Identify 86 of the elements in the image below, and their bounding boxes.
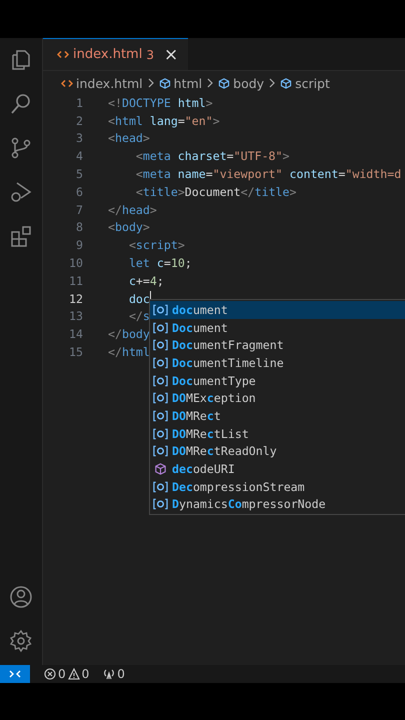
breadcrumb-item[interactable]: body [233, 76, 264, 90]
suggestion-item[interactable]: DocumentFragment [150, 336, 405, 354]
suggestion-item[interactable]: DynamicsCompressorNode [150, 496, 405, 514]
close-button[interactable]: × [164, 44, 178, 64]
code-line: <meta name="viewport" content="width=d [134, 167, 402, 182]
cube-icon [153, 463, 168, 476]
code-line: </s [128, 309, 150, 324]
variable-icon [153, 498, 168, 510]
variable-icon [153, 445, 168, 458]
ports-status[interactable]: 0 [103, 667, 125, 681]
run-debug-icon[interactable] [9, 180, 33, 204]
remote-button[interactable] [0, 665, 30, 683]
code-line: </body [108, 327, 150, 342]
suggestion-item[interactable]: DocumentTimeline [150, 354, 405, 372]
variable-icon [153, 304, 168, 316]
line-number: 11 [68, 274, 83, 288]
line-number: 14 [68, 327, 83, 342]
chevron-icon [148, 78, 154, 88]
code-line: <script> [128, 238, 185, 252]
suggestion-item[interactable]: DOMRectReadOnly [150, 442, 405, 460]
settings-icon[interactable] [9, 629, 33, 653]
error-icon [44, 668, 56, 680]
line-number: 13 [68, 309, 83, 324]
tab-label: index.html [73, 47, 142, 62]
html-file-icon [57, 49, 69, 60]
line-number: 2 [75, 114, 83, 128]
suggestion-item[interactable]: DOMException [150, 389, 405, 408]
suggestion-item[interactable]: Document [150, 318, 405, 336]
warning-icon [68, 668, 80, 680]
suggestion-item[interactable]: DecompressionStream [150, 478, 405, 496]
account-icon[interactable] [9, 585, 33, 609]
variable-icon [153, 374, 168, 387]
code-line: <meta charset="UTF-8"> [134, 149, 290, 164]
breadcrumb-item[interactable]: script [295, 76, 330, 90]
cube-icon [218, 78, 230, 88]
line-number: 6 [75, 184, 83, 199]
code-line: let c=10; [128, 256, 192, 270]
chevron-icon [269, 78, 276, 88]
extensions-icon[interactable] [9, 224, 33, 248]
line-number: 12 [68, 292, 83, 306]
code-line: <!DOCTYPE html> [108, 96, 213, 110]
cube-icon [280, 78, 292, 88]
antenna-icon [103, 668, 116, 680]
line-number: 4 [75, 149, 83, 164]
variable-icon [153, 410, 168, 422]
suggestion-item[interactable]: decodeURI [150, 460, 405, 478]
search-icon[interactable] [9, 92, 33, 116]
code-line: doc [128, 292, 150, 306]
html-file-icon [61, 78, 73, 88]
variable-icon [153, 392, 168, 404]
line-number: 1 [75, 96, 83, 110]
code-line: </html [108, 345, 150, 360]
code-line: <body> [108, 220, 150, 234]
suggestion-item[interactable]: document [150, 301, 405, 319]
suggestion-item[interactable]: DOMRectList [150, 424, 405, 442]
breadcrumb-item[interactable]: index.html [76, 76, 143, 90]
problem-count: 3 [146, 48, 154, 62]
remote-icon [9, 668, 21, 680]
variable-icon [153, 428, 168, 440]
code-line: <title>Document</title> [134, 184, 296, 199]
variable-icon [153, 356, 168, 369]
variable-icon [153, 480, 168, 493]
error-count: 0 [58, 667, 66, 681]
line-number: 7 [75, 202, 83, 217]
warning-count: 0 [82, 667, 90, 681]
variable-icon [153, 322, 168, 334]
source-control-icon[interactable] [9, 136, 33, 160]
cube-icon [158, 78, 171, 88]
code-line: c+=4; [128, 274, 164, 288]
suggestion-item[interactable]: DOMRect [150, 407, 405, 425]
ports-count: 0 [117, 667, 125, 681]
line-number: 9 [75, 238, 83, 252]
line-number: 10 [68, 256, 83, 270]
code-line: <html lang="en"> [108, 114, 220, 128]
code-line: </head> [108, 202, 157, 217]
variable-icon [153, 339, 168, 352]
chevron-icon [207, 78, 214, 88]
line-number: 3 [75, 131, 83, 146]
code-line: <head> [108, 131, 150, 146]
problems-status[interactable]: 0 0 [44, 667, 90, 681]
line-number: 5 [75, 167, 83, 182]
suggestion-item[interactable]: DocumentType [150, 372, 405, 390]
line-number: 15 [68, 345, 83, 360]
editor-tab[interactable]: index.html 3 × [43, 38, 188, 70]
line-number: 8 [75, 220, 83, 234]
breadcrumb-item[interactable]: html [174, 76, 202, 90]
